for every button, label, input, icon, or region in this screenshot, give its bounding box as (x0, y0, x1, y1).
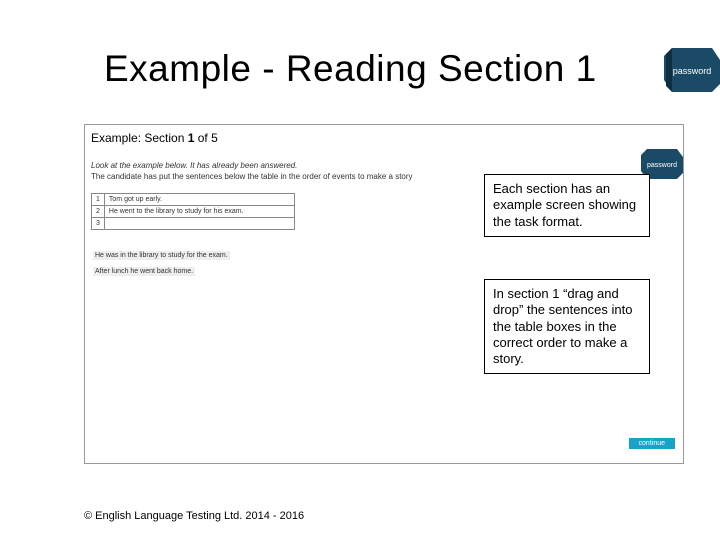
logo-text-small: password (647, 162, 677, 169)
header-suffix: of 5 (194, 131, 217, 145)
instruction-1: Look at the example below. It has alread… (91, 161, 297, 170)
draggable-sentence[interactable]: After lunch he went back home. (93, 267, 195, 276)
password-logo: password (652, 48, 720, 92)
header-prefix: Example: Section (91, 131, 188, 145)
draggable-sentence[interactable]: He was in the library to study for the e… (93, 251, 230, 260)
callout-1: Each section has an example screen showi… (484, 174, 650, 237)
callout-2: In section 1 “drag and drop” the sentenc… (484, 279, 650, 374)
section-header: Example: Section 1 of 5 (91, 131, 218, 145)
row-text[interactable]: He went to the library to study for his … (104, 206, 294, 218)
row-text[interactable] (104, 218, 294, 230)
logo-text: password (673, 66, 712, 76)
row-number: 2 (92, 206, 105, 218)
instruction-2: The candidate has put the sentences belo… (91, 172, 413, 181)
table-row: 1 Tom got up early. (92, 194, 295, 206)
table-row: 2 He went to the library to study for hi… (92, 206, 295, 218)
row-text[interactable]: Tom got up early. (104, 194, 294, 206)
row-number: 3 (92, 218, 105, 230)
continue-button[interactable]: continue (629, 438, 675, 449)
copyright: © English Language Testing Ltd. 2014 - 2… (84, 510, 304, 522)
table-row: 3 (92, 218, 295, 230)
slide: Example - Reading Section 1 password Exa… (0, 0, 720, 540)
row-number: 1 (92, 194, 105, 206)
page-title: Example - Reading Section 1 (104, 48, 597, 90)
answer-table: 1 Tom got up early. 2 He went to the lib… (91, 193, 295, 230)
